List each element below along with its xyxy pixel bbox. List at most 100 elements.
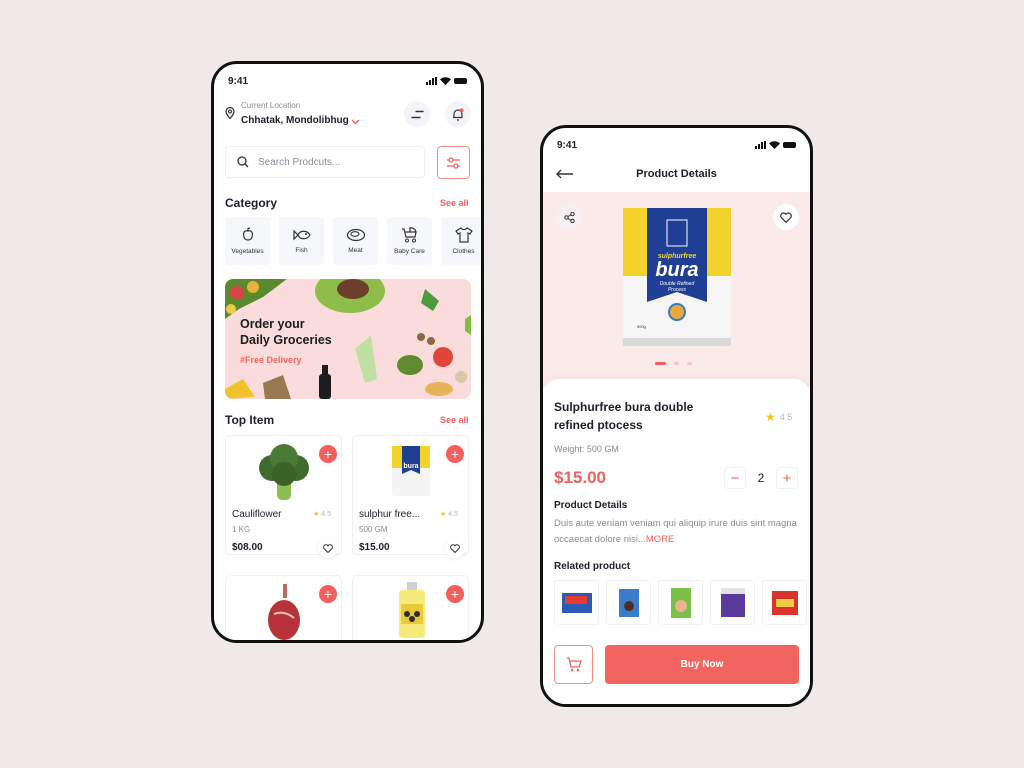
- promo-banner[interactable]: Order your Daily Groceries #Free Delivery: [225, 279, 471, 399]
- status-bar: 9:41: [543, 128, 810, 162]
- favorite-button[interactable]: [773, 204, 799, 230]
- pepper-icon: [242, 227, 253, 241]
- product-rating: ★ 4.5: [440, 510, 459, 519]
- oil-bottle-image: [399, 582, 425, 638]
- category-baby-care[interactable]: Baby Care: [387, 217, 432, 265]
- product-name: Cauliflower: [232, 509, 282, 520]
- svg-text:bura: bura: [403, 463, 418, 470]
- category-meat[interactable]: Meat: [333, 217, 378, 265]
- product-price: $08.00: [232, 542, 263, 553]
- sugar-bag-image: bura: [392, 446, 430, 496]
- biscuit-box-image: [720, 587, 745, 617]
- product-image-carousel[interactable]: sulphurfree bura Double Refined Process …: [543, 192, 810, 387]
- add-to-cart-button[interactable]: +: [319, 445, 337, 463]
- product-card[interactable]: +: [225, 575, 342, 640]
- banner-headline: Order your Daily Groceries: [240, 317, 332, 347]
- location-value[interactable]: Chhatak, Mondolibhug: [241, 115, 349, 126]
- product-card[interactable]: + Cauliflower ★ 4.5 1 KG $08.00: [225, 435, 342, 558]
- product-weight: 1 KG: [232, 525, 251, 534]
- battery-icon: [454, 78, 467, 84]
- category-label: Baby Care: [394, 248, 425, 255]
- add-to-cart-button[interactable]: [554, 645, 593, 684]
- related-product-item[interactable]: [606, 580, 651, 625]
- category-fish[interactable]: Fish: [279, 217, 324, 265]
- share-button[interactable]: [556, 204, 582, 230]
- filter-button[interactable]: [437, 146, 470, 179]
- category-vegetables[interactable]: Vegetables: [225, 217, 270, 265]
- buy-now-button[interactable]: Buy Now: [605, 645, 799, 684]
- battery-icon: [783, 142, 796, 148]
- increase-quantity-button[interactable]: +: [776, 467, 798, 489]
- product-name: Sulphurfree bura double refined ptocess: [554, 400, 694, 432]
- related-product-item[interactable]: [710, 580, 755, 625]
- top-item-see-all-link[interactable]: See all: [440, 415, 469, 425]
- sugar-bag-image: sulphurfree bura Double Refined Process …: [623, 208, 731, 346]
- search-icon: [237, 156, 249, 168]
- star-icon: ★: [313, 511, 320, 518]
- category-label: Vegetables: [231, 248, 264, 255]
- share-icon: [563, 211, 575, 223]
- cart-icon: [566, 657, 582, 672]
- svg-text:Process: Process: [668, 287, 687, 293]
- location-pin-icon: [225, 107, 235, 119]
- top-item-title: Top Item: [225, 413, 275, 427]
- category-see-all-link[interactable]: See all: [440, 198, 469, 208]
- product-detail-screen: 9:41 Product Details sulphurfree bura Do…: [540, 125, 813, 707]
- product-price: $15.00: [359, 542, 390, 553]
- product-description: Duis aute veniam veniam qui aliquip irur…: [554, 518, 797, 545]
- signal-icon: [426, 77, 437, 85]
- star-icon: ★: [440, 511, 447, 518]
- snack-box-image: [561, 592, 592, 613]
- fish-icon: [292, 229, 311, 241]
- quantity-stepper: − 2 +: [724, 467, 798, 489]
- svg-text:500g: 500g: [637, 324, 646, 329]
- favorite-button[interactable]: [445, 538, 465, 558]
- chevron-down-icon[interactable]: [351, 119, 360, 125]
- category-clothes[interactable]: Clothes: [441, 217, 481, 265]
- related-product-list: [554, 580, 807, 625]
- product-details-title: Product Details: [554, 500, 628, 511]
- carousel-dot-active[interactable]: [655, 362, 666, 365]
- add-to-cart-button[interactable]: +: [446, 585, 464, 603]
- search-input[interactable]: Search Prodcuts...: [225, 146, 425, 178]
- related-product-item[interactable]: [762, 580, 807, 625]
- candy-box-image: [771, 590, 798, 615]
- carousel-dot[interactable]: [687, 362, 692, 365]
- product-rating: ★ 4.5: [313, 510, 332, 519]
- wifi-icon: [769, 141, 780, 149]
- wifi-icon: [440, 77, 451, 85]
- product-weight: 500 GM: [359, 525, 388, 534]
- filter-sliders-icon: [447, 156, 460, 169]
- tshirt-icon: [454, 227, 473, 243]
- steak-image: [268, 584, 300, 640]
- favorite-button[interactable]: [318, 538, 338, 558]
- location-label: Current Location: [241, 101, 301, 110]
- read-more-link[interactable]: MORE: [646, 534, 675, 545]
- decrease-quantity-button[interactable]: −: [724, 467, 746, 489]
- related-product-item[interactable]: [658, 580, 703, 625]
- page-title: Product Details: [636, 168, 717, 180]
- related-product-item[interactable]: [554, 580, 599, 625]
- category-label: Clothes: [452, 248, 475, 255]
- category-label: Fish: [295, 247, 308, 254]
- sort-button[interactable]: [404, 101, 430, 127]
- carousel-indicator: [655, 362, 692, 365]
- notification-button[interactable]: [445, 101, 471, 127]
- search-placeholder: Search Prodcuts...: [258, 156, 341, 168]
- category-title: Category: [225, 196, 278, 210]
- heart-icon: [450, 543, 460, 553]
- add-to-cart-button[interactable]: +: [446, 445, 464, 463]
- home-screen: 9:41 Current Location Chhatak, Mondolibh…: [211, 61, 484, 643]
- product-rating: ★ 4.5: [765, 410, 793, 424]
- add-to-cart-button[interactable]: +: [319, 585, 337, 603]
- star-icon: ★: [765, 410, 776, 424]
- category-label: Meat: [348, 247, 363, 254]
- product-card[interactable]: +: [352, 575, 469, 640]
- product-card[interactable]: bura + sulphur free... ★ 4.5 500 GM $15.0…: [352, 435, 469, 558]
- signal-icon: [755, 141, 766, 149]
- baby-food-box-image: [670, 587, 691, 618]
- status-time: 9:41: [228, 75, 249, 87]
- banner-tag: #Free Delivery: [240, 355, 302, 365]
- carousel-dot[interactable]: [674, 362, 679, 365]
- related-product-title: Related product: [554, 561, 631, 572]
